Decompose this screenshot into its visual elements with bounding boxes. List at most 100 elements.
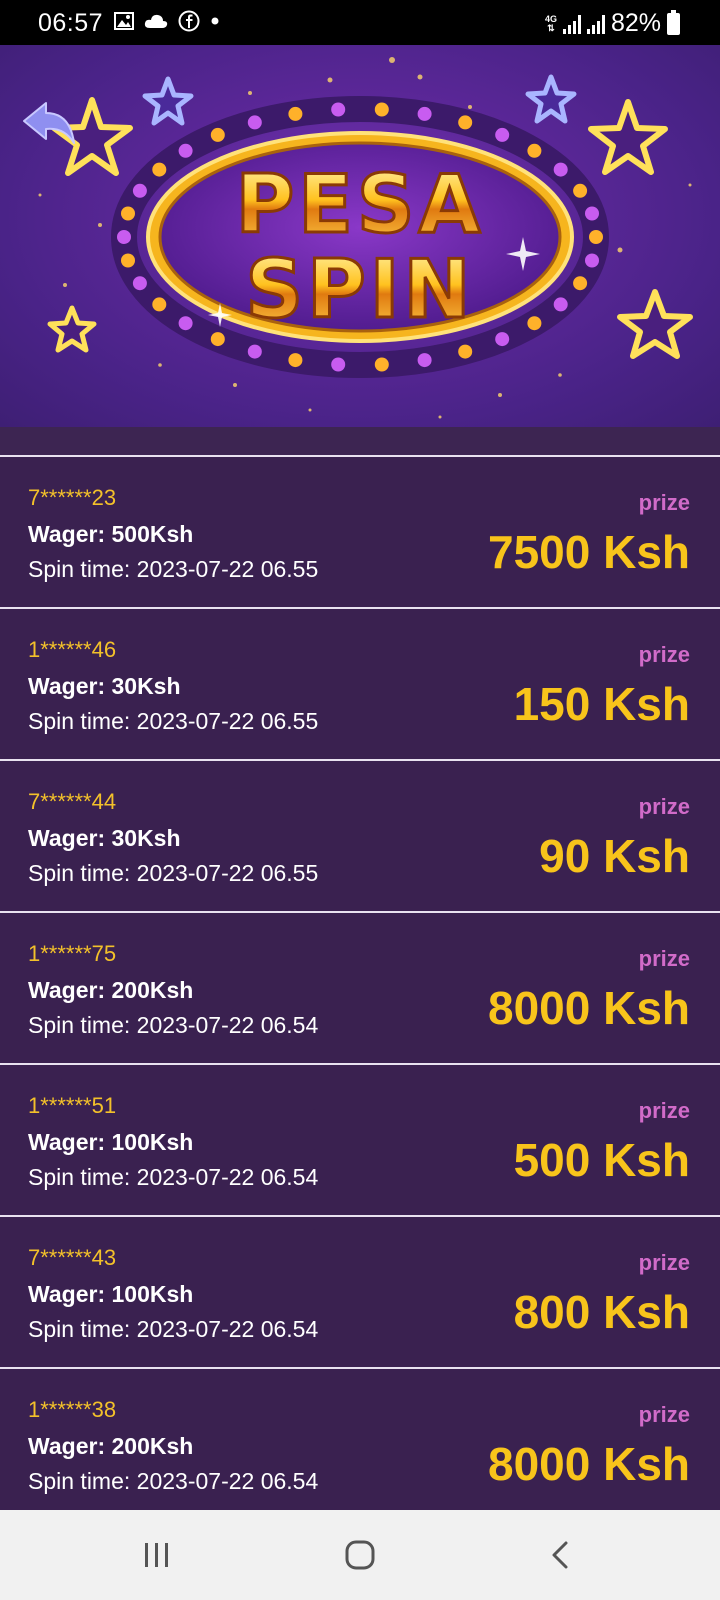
facebook-icon	[178, 10, 200, 32]
star-decoration	[142, 76, 194, 126]
row-spin-time: Spin time: 2023-07-22 06.54	[28, 1012, 319, 1038]
row-spin-time: Spin time: 2023-07-22 06.54	[28, 1164, 319, 1190]
status-bar: 06:57 4G ⇅ 82%	[0, 0, 720, 45]
logo-line-2: SPIN	[246, 243, 475, 336]
marquee-bulb	[117, 230, 131, 244]
marquee-bulb	[458, 344, 473, 359]
row-prize-amount: 500 Ksh	[513, 1134, 690, 1186]
marquee-bulb	[417, 106, 432, 121]
star-decoration	[525, 74, 577, 124]
row-username: 7******43	[28, 1245, 117, 1270]
spin-row: 1******46 Wager: 30Ksh Spin time: 2023-0…	[0, 607, 720, 759]
row-prize-label: prize	[638, 946, 690, 971]
marquee-bulb	[527, 316, 542, 331]
row-wager: Wager: 200Ksh	[28, 1433, 194, 1459]
marquee-bulb	[288, 106, 303, 121]
marquee-bulb	[247, 344, 262, 359]
banner-art: PESA SPIN	[38, 57, 693, 419]
row-spin-time: Spin time: 2023-07-22 06.55	[28, 556, 319, 582]
marquee-bulb	[573, 276, 588, 291]
dot-icon	[211, 17, 219, 25]
row-username: 1******75	[28, 941, 117, 966]
row-spin-time: Spin time: 2023-07-22 06.55	[28, 860, 319, 886]
notification-icons	[114, 10, 220, 32]
row-prize-amount: 90 Ksh	[539, 830, 690, 882]
row-prize-amount: 7500 Ksh	[487, 526, 690, 578]
gallery-icon	[114, 12, 134, 30]
row-prize-amount: 150 Ksh	[513, 678, 690, 730]
marquee-bulb	[247, 115, 262, 130]
row-prize-label: prize	[638, 1250, 690, 1275]
marquee-bulb	[132, 183, 147, 198]
network-type: 4G ⇅	[544, 13, 557, 33]
marquee-bulb	[152, 162, 167, 177]
marquee-bulb	[210, 127, 225, 142]
row-wager: Wager: 30Ksh	[28, 825, 181, 851]
row-username: 1******51	[28, 1093, 117, 1118]
spin-row: 1******75 Wager: 200Ksh Spin time: 2023-…	[0, 911, 720, 1063]
battery-icon	[667, 9, 680, 35]
marquee-bulb	[553, 162, 568, 177]
battery-percent: 82%	[610, 9, 661, 37]
marquee-bulb	[374, 102, 389, 117]
pesa-spin-banner: PESA SPIN	[0, 45, 720, 427]
marquee-bulb	[495, 127, 510, 142]
star-decoration	[617, 289, 693, 359]
nav-back-icon[interactable]	[530, 1532, 590, 1578]
row-prize-label: prize	[638, 490, 690, 515]
row-username: 1******38	[28, 1397, 117, 1422]
back-arrow-icon[interactable]	[18, 99, 78, 151]
marquee-bulb	[495, 332, 510, 347]
marquee-bulb	[210, 332, 225, 347]
row-username: 7******23	[28, 485, 117, 510]
marquee-bulb	[178, 143, 193, 158]
cloud-icon	[144, 14, 168, 28]
home-icon[interactable]	[330, 1532, 390, 1578]
marquee-bulb	[527, 143, 542, 158]
row-wager: Wager: 30Ksh	[28, 673, 181, 699]
row-wager: Wager: 500Ksh	[28, 521, 194, 547]
signal-icon	[562, 14, 581, 34]
marquee-bulb	[121, 206, 135, 221]
status-right: 4G ⇅ 82%	[545, 9, 680, 38]
row-prize-label: prize	[638, 1098, 690, 1123]
row-spin-time: Spin time: 2023-07-22 06.54	[28, 1468, 319, 1494]
marquee-bulb	[374, 357, 389, 372]
row-spin-time: Spin time: 2023-07-22 06.55	[28, 708, 319, 734]
logo-line-1: PESA	[236, 158, 485, 251]
star-decoration	[588, 99, 668, 175]
row-username: 7******44	[28, 789, 117, 814]
marquee-bulb	[573, 183, 588, 198]
marquee-bulb	[152, 297, 167, 312]
marquee-bulb	[331, 357, 346, 372]
marquee-bulb	[121, 253, 135, 268]
spin-row: 7******23 Wager: 500Ksh Spin time: 2023-…	[0, 455, 720, 607]
marquee-bulb	[331, 102, 346, 117]
row-prize-amount: 800 Ksh	[513, 1286, 690, 1338]
spin-row: 7******44 Wager: 30Ksh Spin time: 2023-0…	[0, 759, 720, 911]
row-prize-label: prize	[638, 794, 690, 819]
spin-row: 1******38 Wager: 200Ksh Spin time: 2023-…	[0, 1367, 720, 1510]
marquee-bulb	[288, 353, 303, 368]
marquee-bulb	[458, 115, 473, 130]
spin-results-list[interactable]: 7******23 Wager: 500Ksh Spin time: 2023-…	[0, 455, 720, 1510]
marquee-bulb	[585, 206, 599, 221]
marquee-bulb	[553, 297, 568, 312]
row-wager: Wager: 100Ksh	[28, 1129, 194, 1155]
row-prize-label: prize	[638, 1402, 690, 1427]
system-nav-bar	[0, 1510, 720, 1600]
spin-row: 1******51 Wager: 100Ksh Spin time: 2023-…	[0, 1063, 720, 1215]
marquee-bulb	[585, 253, 599, 268]
row-wager: Wager: 200Ksh	[28, 977, 194, 1003]
row-spin-time: Spin time: 2023-07-22 06.54	[28, 1316, 319, 1342]
row-prize-amount: 8000 Ksh	[487, 1438, 690, 1490]
status-time: 06:57	[38, 9, 104, 37]
signal-icon-2	[586, 14, 605, 34]
row-wager: Wager: 100Ksh	[28, 1281, 194, 1307]
marquee-bulb	[178, 316, 193, 331]
marquee-bulb	[589, 230, 603, 244]
row-prize-label: prize	[638, 642, 690, 667]
marquee-bulb	[132, 276, 147, 291]
recents-icon[interactable]	[127, 1532, 187, 1578]
row-prize-amount: 8000 Ksh	[487, 982, 690, 1034]
